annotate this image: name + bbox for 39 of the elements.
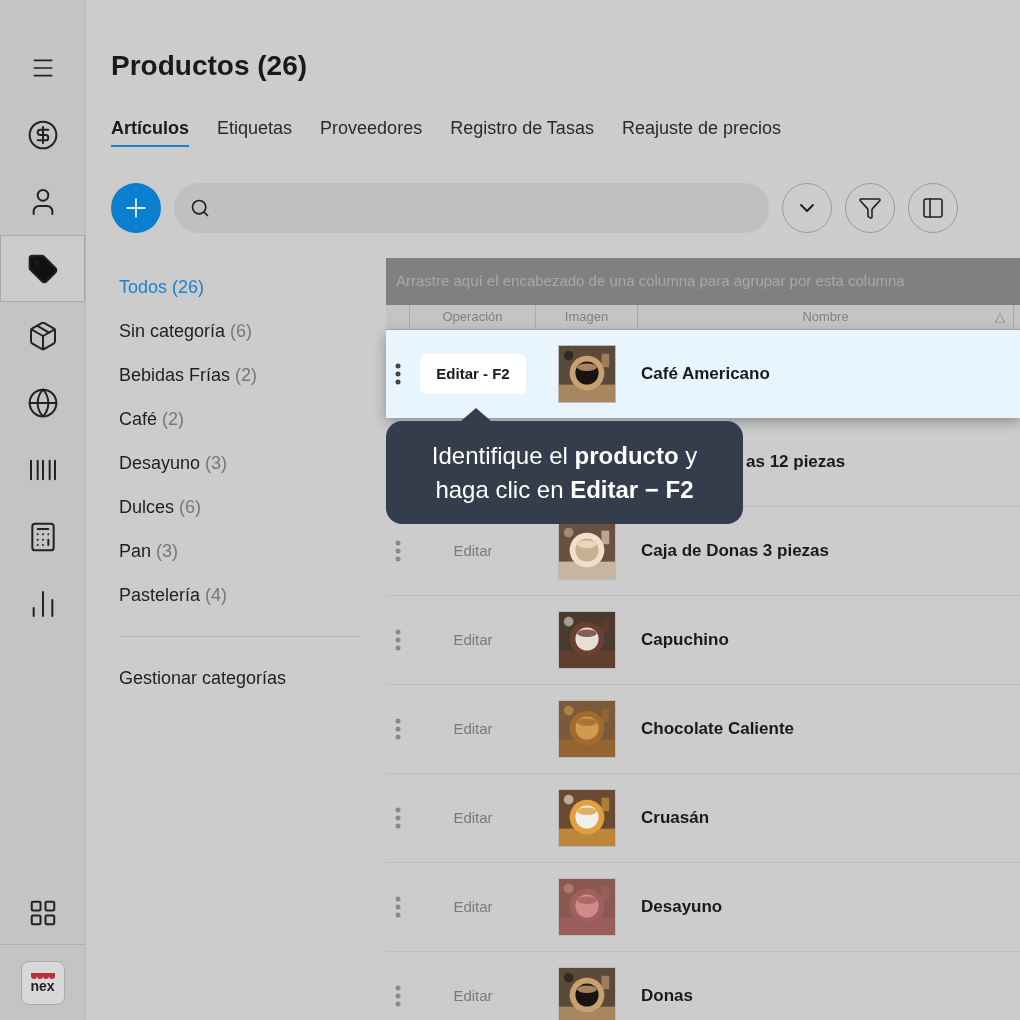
product-name: Donas [640,985,693,1008]
edit-button[interactable]: Editar - F2 [420,354,526,394]
manage-categories-link[interactable]: Gestionar categorías [119,665,287,692]
product-name: Café Americano [640,363,770,386]
product-name: Chocolate Caliente [640,718,795,741]
search-field[interactable] [174,183,769,233]
tab[interactable]: Etiquetas [217,115,293,147]
rail-item[interactable] [0,235,85,302]
category-item[interactable]: Sin categoría (6) [119,309,386,353]
tooltip-text: haga clic en Editar − F2 [435,474,694,505]
add-button[interactable] [111,183,161,233]
filter-button[interactable] [845,183,895,233]
panel-button[interactable] [908,183,958,233]
more-icon[interactable] [395,363,401,385]
category-item[interactable]: Dulces (6) [119,485,386,529]
product-name: Desayuno [640,896,723,919]
tooltip-text: Identifique el producto y [431,440,698,471]
product-name: Capuchino [640,629,729,652]
globe-icon [26,386,59,419]
category-item[interactable]: Pan (3) [119,529,386,573]
product-name: as 12 piezas [746,451,846,474]
app-logo: nex [20,960,65,1005]
search-icon [190,198,210,218]
tab[interactable]: Reajuste de precios [621,115,781,147]
filter-icon [858,196,882,220]
product-name: Cruasán [640,807,710,830]
category-item[interactable]: Desayuno (3) [119,441,386,485]
category-item[interactable]: Bebidas Frías (2) [119,353,386,397]
tab[interactable]: Registro de Tasas [450,115,594,147]
panel-icon [921,196,945,220]
tag-icon [26,252,59,285]
product-name: Caja de Donas 3 piezas [640,540,830,563]
category-item[interactable]: Pastelería (4) [119,573,386,617]
category-item[interactable]: Café (2) [119,397,386,441]
page-title: Productos (26) [111,49,308,83]
tab[interactable]: Proveedores [320,115,423,147]
dollar-icon [26,118,59,151]
highlighted-row[interactable]: Editar - F2 Café Americano [386,330,1020,418]
tab[interactable]: Artículos [111,115,189,147]
